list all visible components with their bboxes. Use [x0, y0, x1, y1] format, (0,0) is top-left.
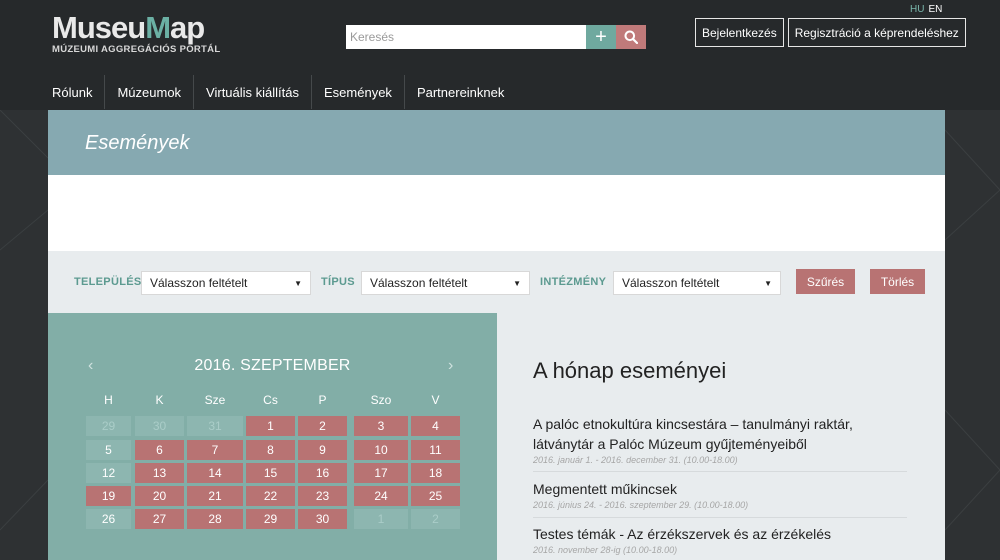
- calendar-day[interactable]: 5: [86, 440, 131, 460]
- filter-bar: TELEPÜLÉS Válasszon feltételt ▼ TÍPUS Vá…: [48, 251, 945, 313]
- calendar-day[interactable]: 13: [135, 463, 184, 483]
- lang-hu[interactable]: HU: [910, 4, 924, 15]
- calendar-day[interactable]: 12: [86, 463, 131, 483]
- calendar-day[interactable]: 27: [135, 509, 184, 529]
- event-name[interactable]: A palóc etnokultúra kincsestára – tanulm…: [533, 414, 907, 454]
- institution-label: INTÉZMÉNY: [540, 276, 607, 288]
- chevron-down-icon: ▼: [513, 278, 521, 288]
- calendar-day[interactable]: 19: [86, 486, 131, 506]
- calendar-day[interactable]: 29: [86, 416, 131, 436]
- type-label: TÍPUS: [321, 276, 355, 288]
- calendar-day[interactable]: 31: [187, 416, 243, 436]
- calendar-day[interactable]: 29: [246, 509, 295, 529]
- site-logo[interactable]: MuseuMap MÚZEUMI AGGREGÁCIÓS PORTÁL: [52, 10, 221, 56]
- calendar-day[interactable]: 26: [86, 509, 131, 529]
- nav-item-virtual-exhibition[interactable]: Virtuális kiállítás: [194, 75, 313, 109]
- weekday-label: V: [431, 393, 440, 407]
- calendar-day[interactable]: 23: [298, 486, 347, 506]
- calendar-day[interactable]: 2: [298, 416, 347, 436]
- calendar-day[interactable]: 20: [135, 486, 184, 506]
- settlement-select[interactable]: Válasszon feltételt ▼: [141, 271, 311, 295]
- calendar-day[interactable]: 16: [298, 463, 347, 483]
- calendar-day[interactable]: 30: [135, 416, 184, 436]
- weekday-label: Cs: [263, 393, 278, 407]
- calendar-day[interactable]: 17: [354, 463, 408, 483]
- calendar-day[interactable]: 21: [187, 486, 243, 506]
- calendar-day[interactable]: 11: [411, 440, 460, 460]
- event-name[interactable]: Megmentett műkincsek: [533, 479, 907, 499]
- settlement-label: TELEPÜLÉS: [74, 276, 142, 288]
- event-date: 2016. június 24. - 2016. szeptember 29. …: [533, 500, 749, 510]
- search-input[interactable]: [346, 25, 586, 49]
- advanced-search-button[interactable]: +: [586, 25, 616, 49]
- event-item[interactable]: A palóc etnokultúra kincsestára – tanulm…: [533, 414, 907, 465]
- weekday-label: Sze: [204, 393, 226, 407]
- page-title: Események: [85, 132, 190, 154]
- calendar-day[interactable]: 3: [354, 416, 408, 436]
- lang-en[interactable]: EN: [928, 4, 942, 15]
- calendar-day[interactable]: 1: [246, 416, 295, 436]
- calendar: ‹ 2016. SZEPTEMBER › H K Sze Cs P Szo V 29 30 31…: [48, 313, 497, 560]
- content-banner: [48, 175, 945, 251]
- chevron-down-icon: ▼: [294, 278, 302, 288]
- language-switcher: HU EN: [910, 4, 946, 15]
- weekday-label: Szo: [370, 393, 392, 407]
- type-select[interactable]: Válasszon feltételt ▼: [361, 271, 530, 295]
- calendar-day[interactable]: 2: [411, 509, 460, 529]
- filter-button[interactable]: Szűrés: [796, 269, 855, 294]
- calendar-day[interactable]: 28: [187, 509, 243, 529]
- register-button[interactable]: Regisztráció a képrendeléshez: [787, 18, 966, 47]
- clear-button[interactable]: Törlés: [870, 269, 925, 294]
- calendar-day[interactable]: 6: [135, 440, 184, 460]
- login-button[interactable]: Bejelentkezés: [695, 18, 784, 47]
- page-title-bar: Események: [48, 110, 945, 175]
- nav-item-events[interactable]: Események: [312, 75, 405, 109]
- settlement-value: Válasszon feltételt: [150, 276, 248, 290]
- calendar-day[interactable]: 25: [411, 486, 460, 506]
- events-panel: A hónap eseményei A palóc etnokultúra ki…: [497, 313, 945, 560]
- weekday-label: K: [155, 393, 164, 407]
- nav-item-museums[interactable]: Múzeumok: [105, 75, 195, 109]
- plus-icon: +: [595, 26, 607, 48]
- calendar-day[interactable]: 1: [354, 509, 408, 529]
- calendar-day[interactable]: 8: [246, 440, 295, 460]
- weekday-label: H: [104, 393, 113, 407]
- nav-item-partners[interactable]: Partnereinknek: [405, 75, 516, 109]
- event-separator: [533, 471, 907, 472]
- main-nav: Rólunk Múzeumok Virtuális kiállítás Esem…: [40, 75, 516, 109]
- calendar-header: ‹ 2016. SZEPTEMBER ›: [48, 357, 497, 377]
- calendar-month-title: 2016. SZEPTEMBER: [194, 357, 351, 374]
- events-title: A hónap eseményei: [533, 358, 727, 383]
- type-value: Válasszon feltételt: [370, 276, 468, 290]
- calendar-day[interactable]: 7: [187, 440, 243, 460]
- calendar-day[interactable]: 18: [411, 463, 460, 483]
- calendar-day[interactable]: 22: [246, 486, 295, 506]
- chevron-right-icon[interactable]: ›: [448, 357, 453, 375]
- search-icon: [624, 30, 638, 44]
- search-bar: +: [346, 25, 646, 49]
- nav-item-about[interactable]: Rólunk: [40, 75, 106, 109]
- logo-wordmark: MuseuMap: [52, 10, 205, 45]
- calendar-day[interactable]: 4: [411, 416, 460, 436]
- calendar-day[interactable]: 30: [298, 509, 347, 529]
- auth-buttons: Bejelentkezés Regisztráció a képrendelés…: [695, 18, 966, 47]
- search-button[interactable]: [616, 25, 646, 49]
- calendar-day[interactable]: 10: [354, 440, 408, 460]
- calendar-day[interactable]: 24: [354, 486, 408, 506]
- site-header: MuseuMap MÚZEUMI AGGREGÁCIÓS PORTÁL + HU…: [0, 0, 1000, 110]
- weekday-label: P: [318, 393, 327, 407]
- logo-subtitle: MÚZEUMI AGGREGÁCIÓS PORTÁL: [52, 44, 221, 55]
- event-separator: [533, 517, 907, 518]
- event-date: 2016. november 28-ig (10.00-18.00): [533, 545, 678, 555]
- event-item[interactable]: Megmentett műkincsek 2016. június 24. - …: [533, 479, 907, 510]
- institution-value: Válasszon feltételt: [622, 276, 720, 290]
- institution-select[interactable]: Válasszon feltételt ▼: [613, 271, 781, 295]
- calendar-day[interactable]: 9: [298, 440, 347, 460]
- event-item[interactable]: Testes témák - Az érzékszervek és az érz…: [533, 524, 907, 555]
- calendar-day[interactable]: 14: [187, 463, 243, 483]
- event-name[interactable]: Testes témák - Az érzékszervek és az érz…: [533, 524, 907, 544]
- chevron-down-icon: ▼: [764, 278, 772, 288]
- calendar-day[interactable]: 15: [246, 463, 295, 483]
- event-date: 2016. január 1. - 2016. december 31. (10…: [533, 455, 738, 465]
